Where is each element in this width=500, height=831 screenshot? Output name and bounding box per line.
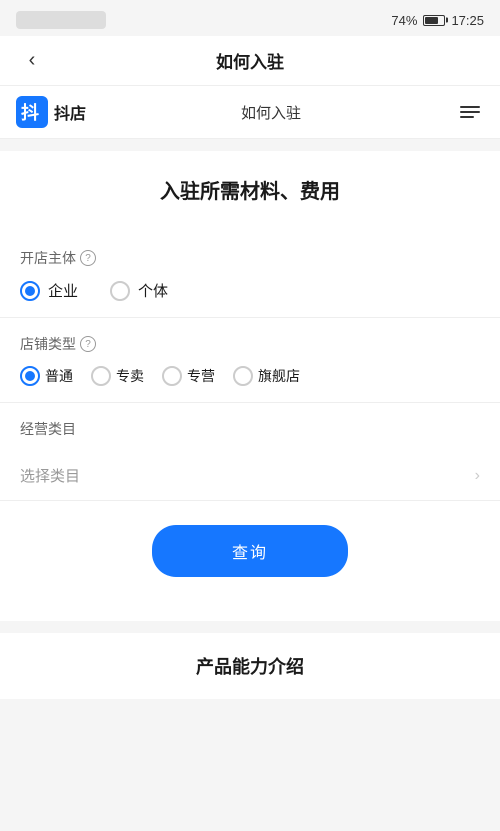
menu-line-1 [460,106,480,108]
owner-type-label: 开店主体 ? [20,232,480,268]
store-type-group: 店铺类型 ? 普通 专卖 专营 旗舰店 [20,318,480,402]
owner-type-individual-option[interactable]: 个体 [110,280,168,301]
category-selector[interactable]: 选择类目 › [20,451,480,500]
store-type-help-icon[interactable]: ? [80,336,96,352]
store-type-normal-option[interactable]: 普通 [20,366,73,386]
owner-type-radio-group: 企业 个体 [20,280,480,317]
nav-title: 如何入驻 [216,48,284,73]
time-display: 17:25 [451,13,484,28]
status-bar: 74% 17:25 [0,0,500,36]
category-label: 经营类目 [20,403,480,439]
owner-type-enterprise-label: 企业 [48,280,78,301]
menu-button[interactable] [456,102,484,122]
store-type-exclusive-option[interactable]: 专卖 [91,366,144,386]
store-type-exclusive-label: 专卖 [116,366,144,386]
store-type-radio-group: 普通 专卖 专营 旗舰店 [20,366,480,402]
nav-bar: ‹ 如何入驻 [0,36,500,86]
owner-type-help-icon[interactable]: ? [80,250,96,266]
brand-name: 抖店 [54,100,86,124]
owner-type-group: 开店主体 ? 企业 个体 [20,232,480,317]
store-type-flagship-label: 旗舰店 [258,366,300,386]
bottom-section: 产品能力介绍 [0,633,500,699]
menu-line-3 [460,116,474,118]
app-name-blur [16,11,106,29]
battery-percentage: 74% [391,13,417,28]
battery-fill [425,17,438,24]
store-type-normal-radio[interactable] [20,366,40,386]
store-type-special-label: 专营 [187,366,215,386]
store-type-flagship-radio[interactable] [233,366,253,386]
brand-area: 抖 抖店 [16,96,86,128]
owner-type-individual-label: 个体 [138,280,168,301]
query-button[interactable]: 查询 [152,525,348,577]
battery-icon [423,15,445,26]
query-button-wrapper: 查询 [20,501,480,597]
app-header: 抖 抖店 如何入驻 [0,86,500,139]
store-type-normal-label: 普通 [45,366,73,386]
menu-line-2 [460,111,480,113]
bottom-title: 产品能力介绍 [196,657,304,677]
app-header-title: 如何入驻 [241,102,301,123]
store-type-label: 店铺类型 ? [20,318,480,354]
category-group: 经营类目 选择类目 › [20,403,480,500]
store-type-exclusive-radio[interactable] [91,366,111,386]
store-type-special-radio[interactable] [162,366,182,386]
owner-type-enterprise-radio[interactable] [20,281,40,301]
main-content: 入驻所需材料、费用 开店主体 ? 企业 个体 店铺类型 ? 普通 [0,151,500,621]
back-button[interactable]: ‹ [16,45,48,77]
status-indicators: 74% 17:25 [391,13,484,28]
store-type-flagship-option[interactable]: 旗舰店 [233,366,300,386]
owner-type-individual-radio[interactable] [110,281,130,301]
svg-text:抖: 抖 [21,102,39,123]
category-placeholder: 选择类目 [20,465,80,486]
owner-type-enterprise-option[interactable]: 企业 [20,280,78,301]
store-type-special-option[interactable]: 专营 [162,366,215,386]
brand-logo-icon: 抖 [16,96,48,128]
section-title: 入驻所需材料、费用 [20,175,480,204]
chevron-right-icon: › [475,467,480,485]
battery-body [423,15,445,26]
